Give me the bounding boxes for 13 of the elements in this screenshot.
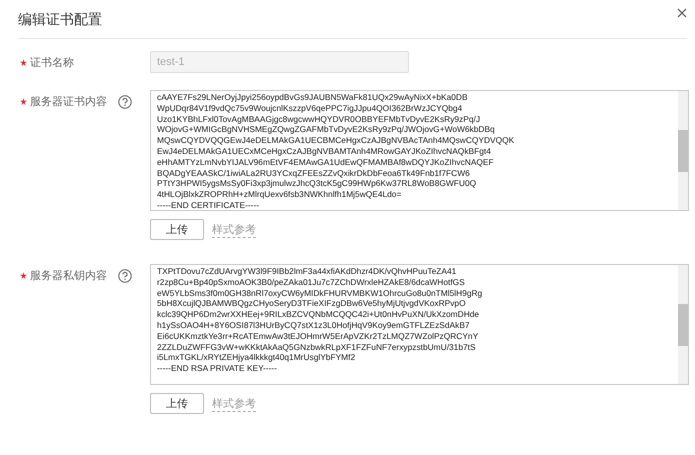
dialog-title: 编辑证书配置 [18,11,102,29]
textarea-field[interactable]: cAAYE7Fs29LNerOyjJpyi256oypdBvGs9JAUBN5WaFk81UQx29wAyNixX+bKa0DB WpUDqr84V1f9vdQc75v9WoujcnlKszzpV6qePPC7igJJpu4QOI362BrWzJCYQbg4 Uzo1KYBhLFxl0TovAgMBAAGjgc8wgcwwHQYDVR0OBBYEFMbTvDyvE2KsRy9zPq/J WOjovG+WMIGcBgNVHSMEgZQwgZGAFMbTvDyvE2KsRy9zPq/JWOjovG+WoW6kbDBq MQswCQYDVQQGEwJ4eDELMAkGA1UECBMCeHgxCzAJBgNVBAcTAnh4MQswCQYDVQQK EwJ4eDELMAkGA1UECxMCeHgxCzAJBgNVBAMTAnh4MRowGAYJKoZIhvcNAQkBFgt4 eHhAMTYzLmNvbYIJALV96mEtVF4EMAwGA1UdEwQFMAMBAf8wDQYJKoZIhvcNAQEF BQADgYEAASkC/1iwiALa2RU3YCxqZFEEsZZvQxikrDkDbFeoa6Tk49Fnb1f7FCW6 PTtY3HPWI5ygsMsSy0Fi3xp3jmulwzJhcQ3tcK5gC99HWp6Kw37RL8WoB8GWFU0Q 4tHLOjBlxkZROPRhH+zMlrqUexv6fsb3NWKhnlfh1Mj5wQE4Ldo= -----END CERTIFICATE----- [150,90,689,211]
textarea-field[interactable]: TXPtTDovu7cZdUArvgYW3l9F9IBb2lmF3a44xfiAKdDhzr4DK/vQhvHPuuTeZA41 r2zp8Cu+Bp40pSxmoAOK3B0/peZAka01Ju7c7ZChDWrxleHZAkE8/6dcaWHotfGS eW5YLbSms3f0m0GH38nRl7oxyCW6yMIDkFHURVMBKW1OhrcuGo8u0nTMl5lH9gRg 5bH8XcujlQJBAMWBQgzCHyoSeryD3TFieXIFzgDBw6Ve5hyMjUtjvgdVKoxRPvpO kclc39QHP6Dm2wrXXHEej+9RILxBZCVQNbMCQQC42i+Ut0nHvPuXN/UkXzomDHde h1ySsOAO4H+8Y6OSI87l3HUrByCQ7stX1z3L0HofjHqV9Koy9emGTFLZEzSdAkB7 Ei6cUKKmztkYe3rr+RcATEmwAw3tEJOHmrW5ErApVZKr2TzLMQZ7WZolPzQRCYnY 2ZZLDuZWFFG3vW+wKKktAkAaQ5GNzbwkRLpXF1FZFuNF7erxypzstbUmU/31b7tS i5LmxTGKL/xRYtZEHjya4lkkkgt40q1MrUsglYbFYMf2 -----END RSA PRIVATE KEY----- [150,264,689,385]
upload-button[interactable]: 上传 [150,219,204,240]
scrollbar-thumb[interactable] [678,130,688,172]
upload-button[interactable]: 上传 [150,393,204,414]
help-icon[interactable] [118,268,132,282]
help-icon[interactable] [118,94,132,108]
field-label: 证书名称 [30,54,74,70]
field-label: 服务器私钥内容 [30,268,107,283]
close-icon[interactable] [677,8,687,18]
scrollbar-thumb[interactable] [678,304,688,346]
field-label: 服务器证书内容 [30,94,107,109]
